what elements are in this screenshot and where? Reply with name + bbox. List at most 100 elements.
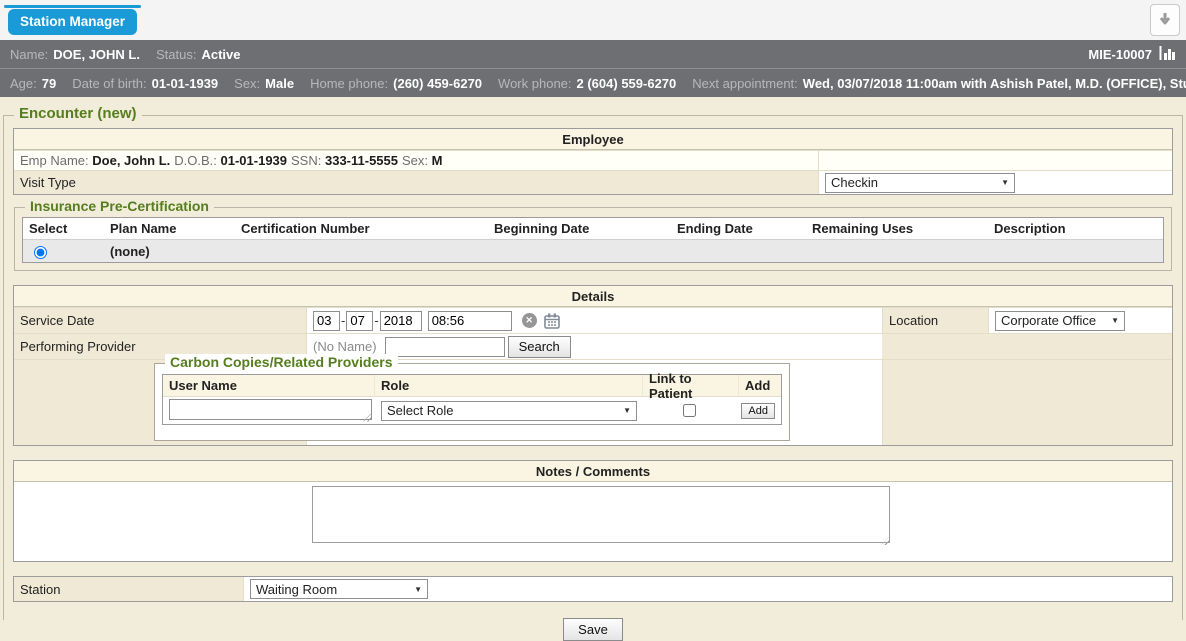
role-select[interactable]: Select Role ▼ bbox=[381, 401, 637, 421]
emp-name-label: Emp Name: bbox=[20, 153, 89, 168]
carbon-copies-table: User Name Role Link to Patient Add bbox=[162, 374, 782, 425]
service-time-input[interactable] bbox=[428, 311, 512, 331]
carbon-copies-fieldset: Carbon Copies/Related Providers User Nam… bbox=[154, 363, 790, 441]
station-label: Station bbox=[14, 577, 244, 601]
station-table: Station Waiting Room ▼ bbox=[13, 576, 1173, 602]
carbon-copies-input-row: Select Role ▼ Add bbox=[163, 396, 781, 424]
encounter-legend: Encounter (new) bbox=[14, 106, 142, 122]
provider-no-name-text: (No Name) bbox=[313, 339, 377, 354]
patient-info-bar: Name: DOE, JOHN L. Status: Active MIE-10… bbox=[0, 40, 1186, 68]
carbon-copies-row: Carbon Copies/Related Providers User Nam… bbox=[14, 359, 1172, 445]
service-date-label: Service Date bbox=[14, 308, 307, 333]
col-beginning-date: Beginning Date bbox=[488, 218, 671, 239]
insurance-header-row: Select Plan Name Certification Number Be… bbox=[23, 218, 1163, 239]
top-toolbar: Station Manager bbox=[0, 0, 1186, 40]
col-remaining-uses: Remaining Uses bbox=[806, 218, 988, 239]
work-phone-label: Work phone: bbox=[498, 76, 571, 91]
age-value: 79 bbox=[42, 76, 56, 91]
clear-date-icon[interactable]: ✕ bbox=[522, 313, 537, 328]
precert-none-radio[interactable] bbox=[34, 246, 47, 259]
chevron-down-icon: ▼ bbox=[1111, 316, 1119, 325]
save-button[interactable]: Save bbox=[563, 618, 623, 641]
notes-textarea[interactable] bbox=[312, 486, 890, 543]
notes-header: Notes / Comments bbox=[14, 461, 1172, 482]
date-separator: - bbox=[374, 313, 378, 328]
emp-name-value: Doe, John L. bbox=[92, 153, 170, 168]
dob-value: 01-01-1939 bbox=[152, 76, 219, 91]
carbon-copies-legend: Carbon Copies/Related Providers bbox=[165, 354, 398, 370]
col-user-name: User Name bbox=[163, 375, 375, 396]
col-plan-name: Plan Name bbox=[104, 218, 235, 239]
location-select[interactable]: Corporate Office ▼ bbox=[995, 311, 1125, 331]
station-select[interactable]: Waiting Room ▼ bbox=[250, 579, 428, 599]
sex-value: Male bbox=[265, 76, 294, 91]
save-row: Save bbox=[13, 618, 1173, 641]
encounter-fieldset: Encounter (new) Employee Emp Name: Doe, … bbox=[3, 115, 1183, 620]
emp-dob-value: 01-01-1939 bbox=[221, 153, 288, 168]
add-provider-button[interactable]: Add bbox=[741, 403, 775, 419]
employee-table-header: Employee bbox=[14, 129, 1172, 150]
emp-sex-label: Sex: bbox=[402, 153, 428, 168]
details-table-header: Details bbox=[14, 286, 1172, 307]
calendar-icon[interactable] bbox=[544, 313, 560, 329]
download-icon bbox=[1157, 11, 1173, 30]
next-appointment-label: Next appointment: bbox=[692, 76, 798, 91]
user-name-input[interactable] bbox=[169, 399, 372, 420]
employee-info-row: Emp Name: Doe, John L. D.O.B.: 01-01-193… bbox=[14, 150, 1172, 170]
service-date-month-input[interactable] bbox=[313, 311, 340, 331]
col-link-to-patient: Link to Patient bbox=[643, 375, 739, 396]
insurance-precert-fieldset: Insurance Pre-Certification Select Plan … bbox=[14, 207, 1172, 271]
patient-name: DOE, JOHN L. bbox=[53, 47, 140, 62]
notes-table: Notes / Comments bbox=[13, 460, 1173, 562]
station-row: Station Waiting Room ▼ bbox=[14, 577, 1172, 601]
emp-dob-label: D.O.B.: bbox=[174, 153, 217, 168]
service-date-year-input[interactable] bbox=[380, 311, 422, 331]
emp-ssn-value: 333-11-5555 bbox=[325, 153, 398, 168]
home-phone-label: Home phone: bbox=[310, 76, 388, 91]
carbon-copies-header-row: User Name Role Link to Patient Add bbox=[163, 375, 781, 396]
chevron-down-icon: ▼ bbox=[414, 585, 422, 594]
col-add: Add bbox=[739, 375, 781, 396]
visit-type-label: Visit Type bbox=[14, 171, 819, 194]
col-role: Role bbox=[375, 375, 643, 396]
notes-body bbox=[14, 482, 1172, 561]
next-appointment-value: Wed, 03/07/2018 11:00am with Ashish Pate… bbox=[803, 76, 1186, 91]
service-date-day-input[interactable] bbox=[346, 311, 373, 331]
chevron-down-icon: ▼ bbox=[1001, 178, 1009, 187]
insurance-row-none: (none) bbox=[23, 239, 1163, 262]
home-phone-value: (260) 459-6270 bbox=[393, 76, 482, 91]
insurance-precert-table: Select Plan Name Certification Number Be… bbox=[22, 217, 1164, 263]
chevron-down-icon: ▼ bbox=[623, 406, 631, 415]
visit-type-row: Visit Type Checkin ▼ bbox=[14, 170, 1172, 194]
station-manager-button[interactable]: Station Manager bbox=[8, 9, 137, 35]
col-cert-number: Certification Number bbox=[235, 218, 488, 239]
employee-table: Employee Emp Name: Doe, John L. D.O.B.: … bbox=[13, 128, 1173, 195]
status-label: Status: bbox=[156, 47, 196, 62]
provider-search-button[interactable]: Search bbox=[508, 336, 571, 358]
date-separator: - bbox=[341, 313, 345, 328]
work-phone-value: 2 (604) 559-6270 bbox=[577, 76, 677, 91]
name-label: Name: bbox=[10, 47, 48, 62]
main-content: Encounter (new) Employee Emp Name: Doe, … bbox=[0, 97, 1186, 612]
age-label: Age: bbox=[10, 76, 37, 91]
details-table: Details Service Date - - ✕ bbox=[13, 285, 1173, 446]
service-date-row: Service Date - - ✕ bbox=[14, 307, 1172, 333]
location-label: Location bbox=[882, 308, 989, 333]
provider-search-input[interactable] bbox=[385, 337, 505, 357]
demographics-bar: Age: 79 Date of birth: 01-01-1939 Sex: M… bbox=[0, 68, 1186, 97]
insurance-precert-legend: Insurance Pre-Certification bbox=[25, 198, 214, 214]
dob-label: Date of birth: bbox=[72, 76, 146, 91]
col-select: Select bbox=[23, 218, 104, 239]
link-to-patient-checkbox[interactable] bbox=[683, 404, 696, 417]
col-description: Description bbox=[988, 218, 1163, 239]
download-button[interactable] bbox=[1150, 4, 1180, 36]
sex-label: Sex: bbox=[234, 76, 260, 91]
visit-type-select[interactable]: Checkin ▼ bbox=[825, 173, 1015, 193]
emp-sex-value: M bbox=[432, 153, 443, 168]
chart-id: MIE-10007 bbox=[1088, 47, 1152, 62]
bar-chart-icon[interactable] bbox=[1159, 46, 1176, 63]
plan-name-value: (none) bbox=[104, 240, 235, 262]
emp-ssn-label: SSN: bbox=[291, 153, 321, 168]
status-value: Active bbox=[201, 47, 240, 62]
col-ending-date: Ending Date bbox=[671, 218, 806, 239]
